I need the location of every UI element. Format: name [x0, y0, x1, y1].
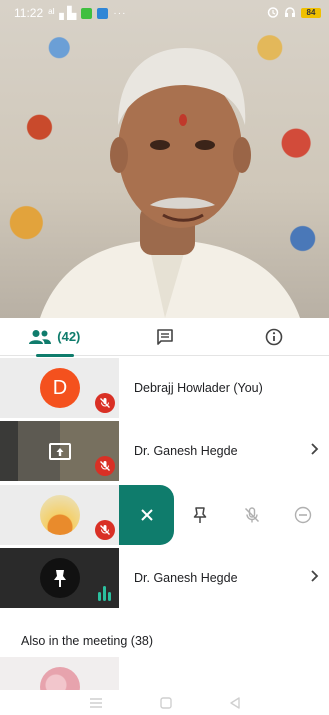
- tab-info[interactable]: [219, 318, 329, 356]
- remove-circle-icon: [294, 506, 312, 524]
- participant-actions: [119, 485, 329, 545]
- signal-icon: ᵃᴵ▗ ▙: [48, 6, 77, 20]
- status-time: 11:22: [14, 6, 44, 20]
- chevron-right-icon[interactable]: [299, 569, 329, 587]
- chat-icon: [156, 328, 173, 345]
- participant-row[interactable]: [0, 485, 329, 545]
- participant-thumbnail: [0, 548, 119, 608]
- chevron-right-icon[interactable]: [299, 442, 329, 460]
- also-in-meeting-header: Also in the meeting (38): [21, 634, 154, 648]
- status-bar: 11:22 ᵃᴵ▗ ▙ ··· 84: [0, 0, 329, 26]
- home-icon[interactable]: [159, 696, 172, 709]
- close-icon: [140, 509, 153, 521]
- alarm-icon: [267, 6, 279, 21]
- tab-people[interactable]: (42): [0, 318, 110, 357]
- close-actions-button[interactable]: [119, 485, 174, 545]
- battery-icon: 84: [301, 8, 321, 18]
- pin-button[interactable]: [174, 485, 226, 545]
- avatar: D: [40, 368, 80, 408]
- tab-bar: (42): [0, 318, 329, 357]
- video-feed[interactable]: 11:22 ᵃᴵ▗ ▙ ··· 84: [0, 0, 329, 318]
- mic-off-icon: [95, 456, 115, 476]
- pin-icon: [193, 507, 207, 523]
- remove-participant-button[interactable]: [277, 485, 329, 545]
- mic-off-icon: [95, 393, 115, 413]
- tab-chat[interactable]: [110, 318, 220, 356]
- participant-thumbnail: [0, 485, 119, 545]
- app-notification-icon: [97, 7, 109, 19]
- headphones-icon: [284, 6, 296, 21]
- app-notification-icon: [81, 7, 93, 19]
- menu-icon[interactable]: [89, 697, 103, 709]
- back-icon[interactable]: [229, 696, 241, 709]
- mic-off-icon: [95, 520, 115, 540]
- participant-row[interactable]: Dr. Ganesh Hegde: [0, 421, 329, 481]
- present-screen-icon: [49, 443, 71, 460]
- people-icon: [29, 329, 52, 344]
- participant-video: [40, 48, 300, 318]
- participant-count: (42): [57, 329, 81, 344]
- participant-row[interactable]: Dr. Ganesh Hegde: [0, 548, 329, 608]
- system-nav-bar: [0, 690, 329, 715]
- avatar: [40, 495, 80, 535]
- participant-name: Debrajj Howlader (You): [134, 381, 263, 395]
- participant-row[interactable]: D Debrajj Howlader (You): [0, 358, 329, 418]
- speaking-indicator-icon: [98, 586, 111, 601]
- participant-thumbnail: D: [0, 358, 119, 418]
- participant-thumbnail: [0, 421, 119, 481]
- mic-off-icon: [244, 507, 259, 523]
- participant-name: Dr. Ganesh Hegde: [134, 444, 238, 458]
- info-icon: [265, 328, 283, 345]
- more-notifications-icon: ···: [113, 7, 127, 19]
- pinned-icon: [40, 558, 80, 598]
- participant-name: Dr. Ganesh Hegde: [134, 571, 238, 585]
- mute-participant-button[interactable]: [226, 485, 278, 545]
